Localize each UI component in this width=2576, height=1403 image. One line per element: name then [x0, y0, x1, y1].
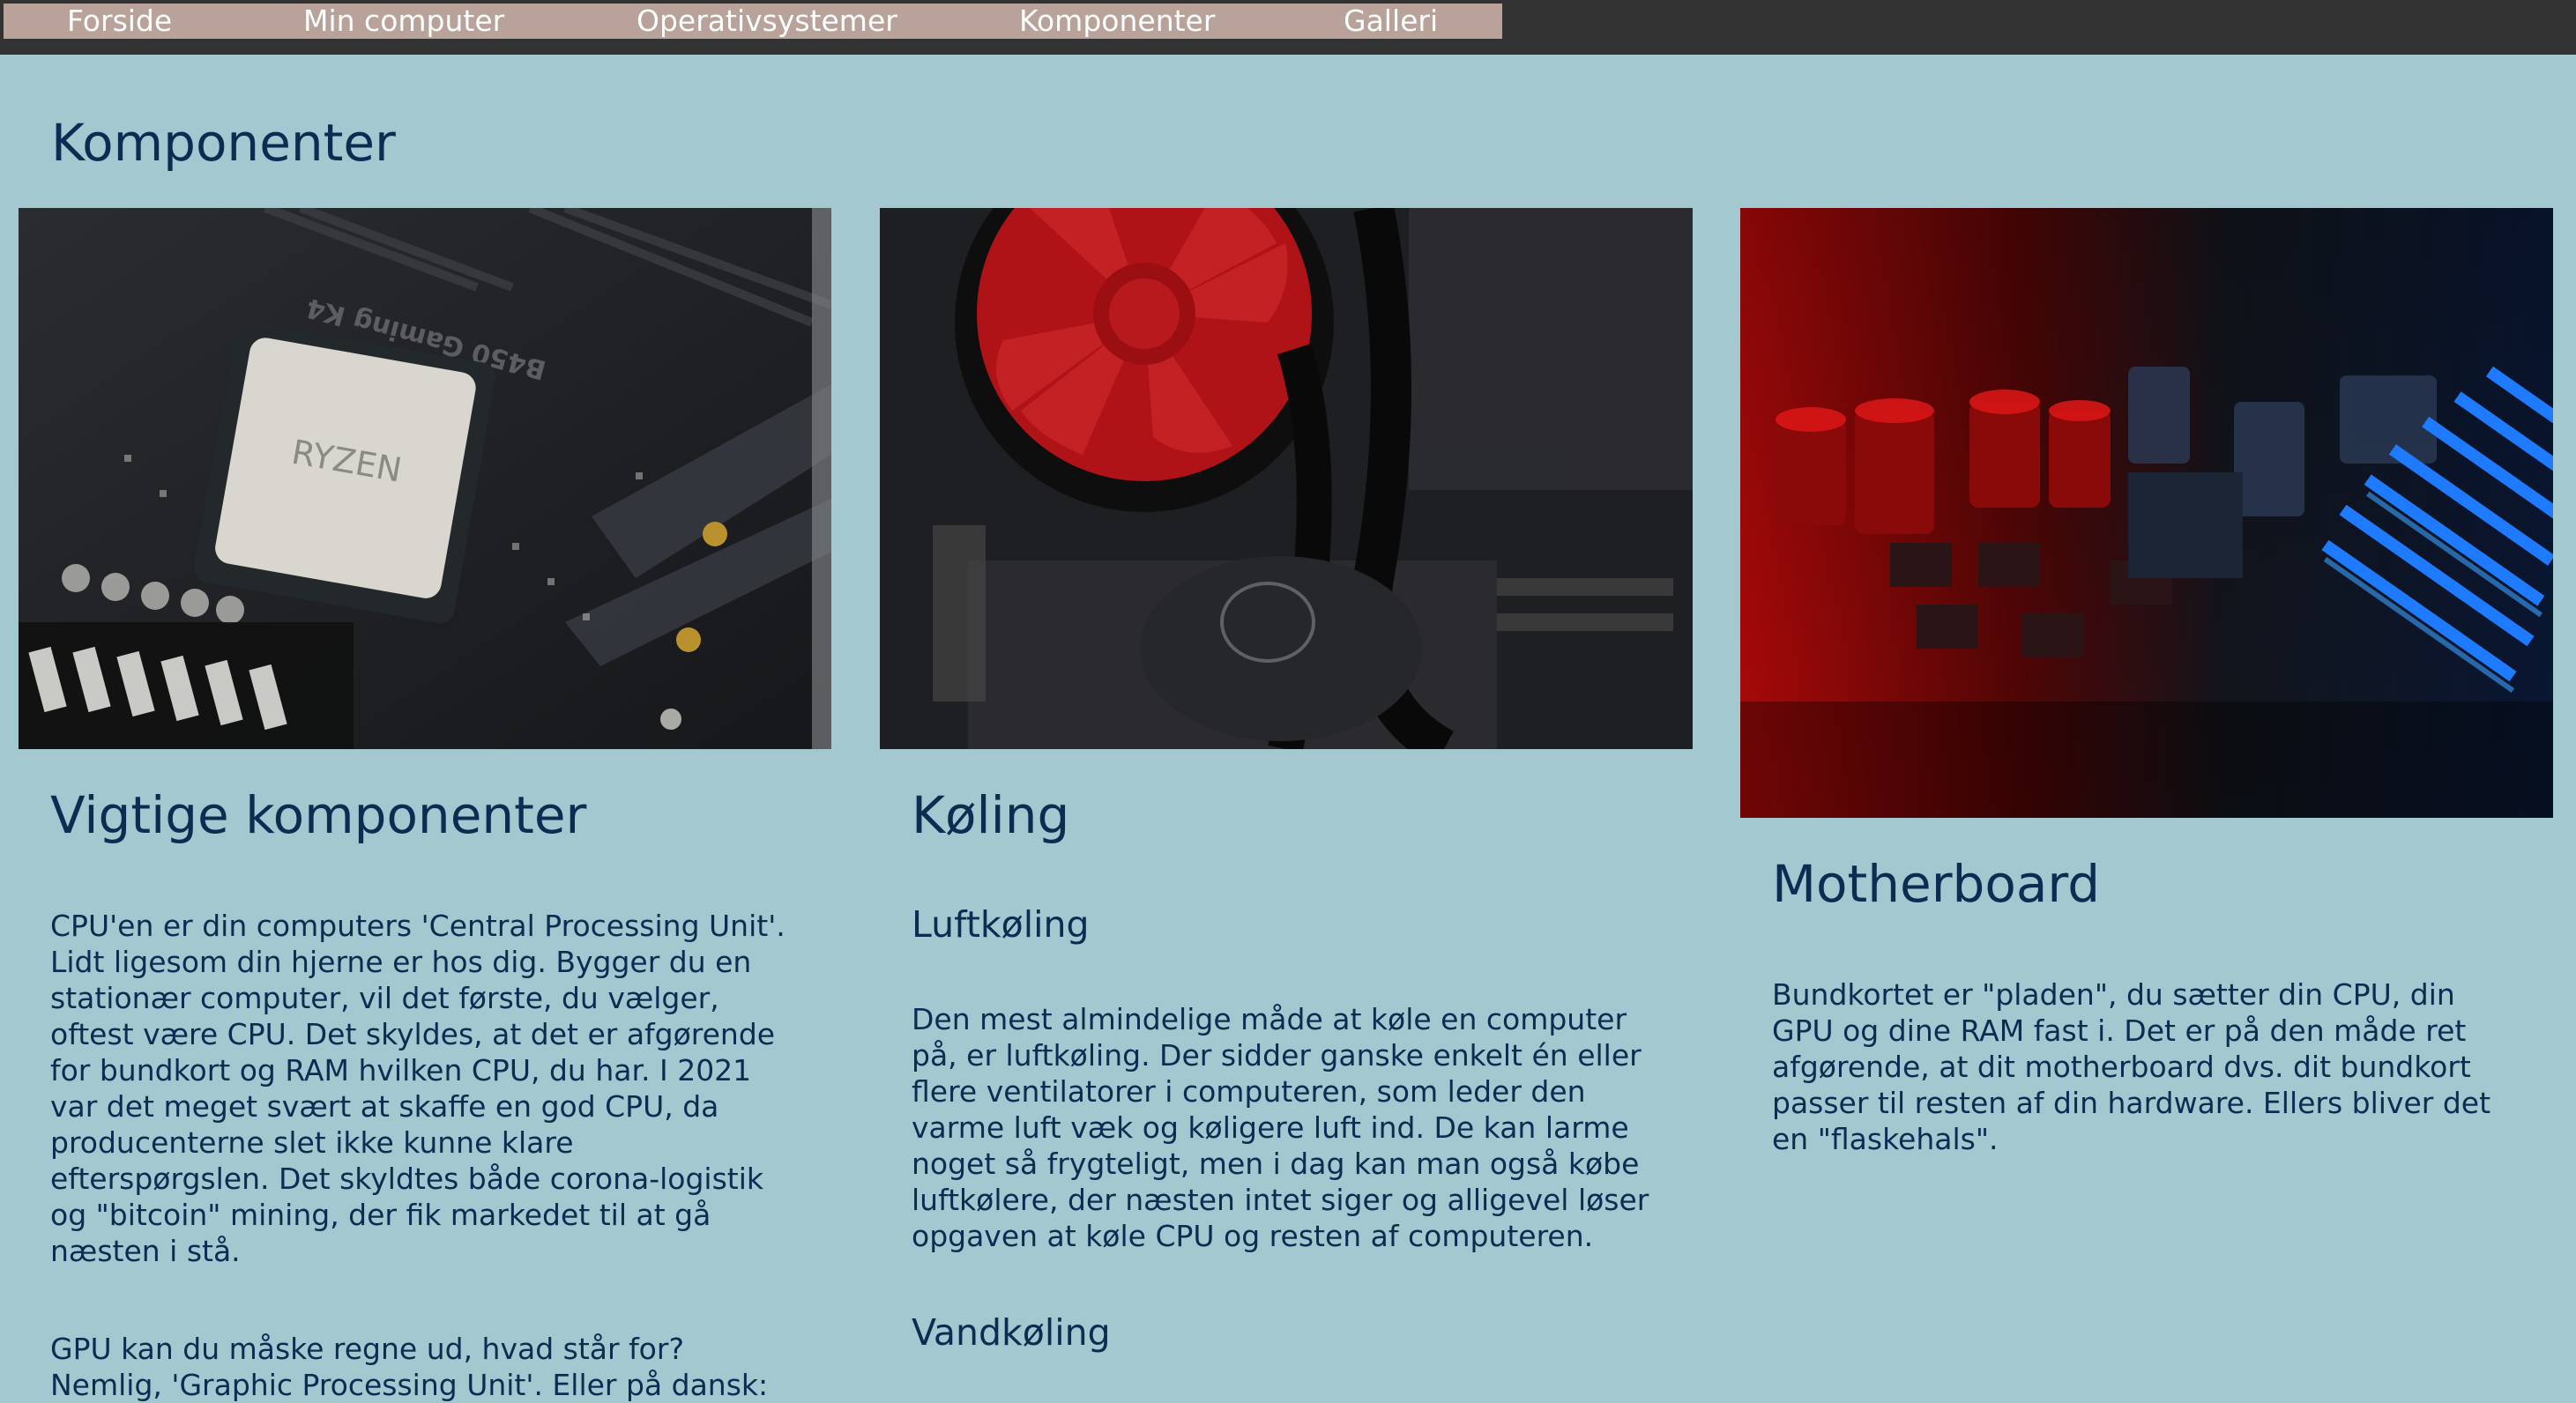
paragraph-gpu: GPU kan du måske regne ud, hvad står for… [50, 1332, 769, 1402]
nav-item-min-computer[interactable]: Min computer [303, 4, 504, 39]
subheading-luftkoling: Luftkøling [912, 903, 1090, 946]
column-vigtige-komponenter: B450 Gaming K4 RYZEN Vigtige komponenter… [19, 208, 831, 1403]
heading-vigtige-komponenter: Vigtige komponenter [50, 785, 587, 845]
subheading-vandkoling: Vandkøling [912, 1311, 1111, 1354]
paragraph-motherboard: Bundkortet er "pladen", du sætter din CP… [1772, 977, 2491, 1156]
heading-motherboard: Motherboard [1772, 854, 2101, 914]
nav-item-galleri[interactable]: Galleri [1344, 4, 1438, 39]
top-bar: Forside Min computer Operativsystemer Ko… [0, 0, 2576, 55]
heading-koling: Køling [912, 785, 1070, 845]
cooler-image [880, 208, 1693, 749]
nav-item-operativsystemer[interactable]: Operativsystemer [637, 4, 897, 39]
column-koling: Køling Luftkøling Den mest almindelige m… [880, 208, 1693, 1355]
motherboard-image [1740, 208, 2553, 818]
nav-item-komponenter[interactable]: Komponenter [1019, 4, 1215, 39]
main-nav: Forside Min computer Operativsystemer Ko… [4, 4, 1502, 39]
paragraph-cpu: CPU'en er din computers 'Central Process… [50, 909, 785, 1268]
column-motherboard: Motherboard Bundkortet er "pladen", du s… [1740, 208, 2553, 1157]
nav-item-forside[interactable]: Forside [67, 4, 172, 39]
page-title: Komponenter [51, 113, 396, 173]
paragraph-luftkoling: Den mest almindelige måde at køle en com… [912, 1002, 1649, 1253]
cpu-motherboard-image: B450 Gaming K4 RYZEN [19, 208, 831, 749]
